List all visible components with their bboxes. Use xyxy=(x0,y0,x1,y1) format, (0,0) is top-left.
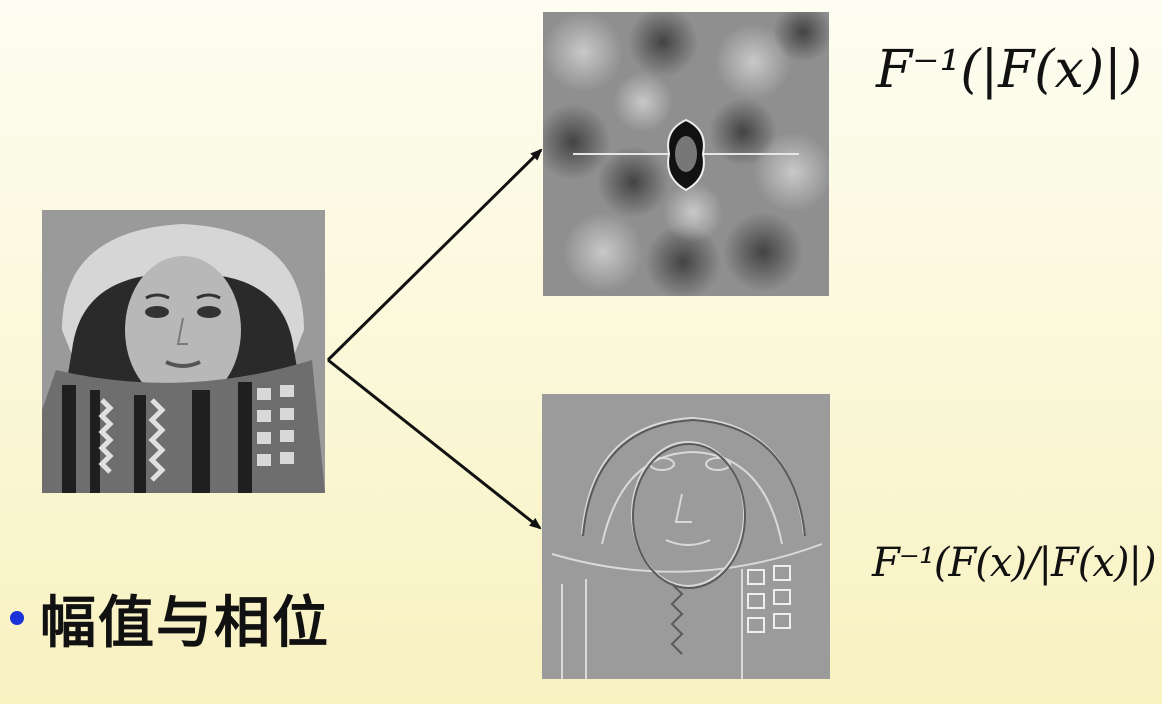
amplitude-reconstruction-image xyxy=(543,12,829,296)
bullet-line: 幅值与相位 xyxy=(4,578,330,658)
phase-reconstruction-image xyxy=(542,394,830,679)
original-image xyxy=(42,210,325,493)
slide: F⁻¹(|F(x)|) F⁻¹(F(x)/|F(x)|) 幅值与相位 xyxy=(0,0,1162,704)
arrow-to-phase xyxy=(327,358,542,530)
slide-title: 幅值与相位 xyxy=(40,590,330,656)
bullet-dot-icon xyxy=(10,611,24,625)
phase-formula: F⁻¹(F(x)/|F(x)|) xyxy=(872,540,1157,586)
amplitude-formula: F⁻¹(|F(x)|) xyxy=(876,40,1142,100)
arrow-to-amplitude xyxy=(326,148,543,362)
